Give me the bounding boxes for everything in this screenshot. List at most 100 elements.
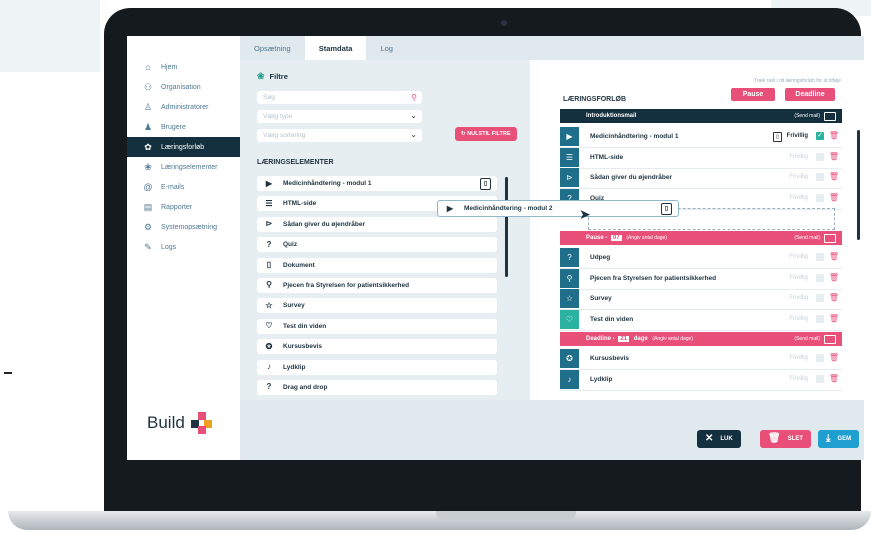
sort-select[interactable]: Vælg sortering ⌄: [257, 129, 422, 142]
trash-icon[interactable]: 🗑: [829, 252, 839, 261]
element-list-item[interactable]: ▯ Dokument: [257, 257, 497, 273]
element-list-item[interactable]: ⊳ Sådan giver du øjendråber: [257, 216, 497, 232]
element-list-item[interactable]: ? Drag and drop: [257, 379, 497, 395]
course-row[interactable]: ♡ Test din viden Frivillig 🗑: [560, 309, 842, 331]
sidebar-item-brugere[interactable]: ♟ Brugere: [127, 117, 240, 137]
trash-icon[interactable]: 🗑: [829, 193, 839, 202]
mail-icon[interactable]: [824, 112, 836, 121]
trash-icon[interactable]: 🗑: [829, 293, 839, 302]
mail-icon[interactable]: [824, 335, 836, 344]
optional-checkbox[interactable]: [816, 253, 824, 261]
settings-icon: ⚙: [143, 221, 153, 232]
pause-button[interactable]: Pause: [731, 88, 775, 101]
course-row-label: Lydklip: [590, 375, 613, 383]
element-list-item[interactable]: ▶ Medicinhåndtering - modul 1 ▯: [257, 176, 497, 191]
dragged-element[interactable]: ▶ Medicinhåndtering - modul 2 ▯: [437, 200, 679, 217]
course-row-label: Kursusbevis: [590, 355, 630, 362]
org-icon: ⚇: [143, 81, 153, 92]
pause-days-input[interactable]: 07: [611, 235, 622, 241]
course-scrollbar[interactable]: [857, 130, 860, 240]
document-icon: ▯: [266, 260, 272, 270]
close-label: LUK: [720, 436, 733, 442]
sidebar-item-logs[interactable]: ✎ Logs: [127, 237, 240, 257]
course-row[interactable]: ☰ HTML-side Frivillig 🗑: [560, 147, 842, 169]
certificate-icon: ✪: [265, 341, 273, 351]
background-panel: [0, 0, 100, 72]
sidebar-item-administratorer[interactable]: ♙ Administratorer: [127, 97, 240, 117]
sidebar-item-organisation[interactable]: ⚇ Organisation: [127, 77, 240, 97]
mail-icon[interactable]: [824, 234, 836, 243]
element-label: Drag and drop: [283, 383, 328, 391]
logs-icon: ✎: [144, 241, 152, 252]
course-row-label: Survey: [590, 295, 612, 302]
trash-icon[interactable]: 🗑: [829, 273, 839, 282]
course-row[interactable]: ☆ Survey Frivillig 🗑: [560, 289, 842, 310]
trash-icon[interactable]: 🗑: [829, 131, 839, 140]
app-screen: ⌂ Hjem ⚇ Organisation ♙ Administratorer ♟ Bruge…: [127, 36, 864, 460]
users-icon: ♟: [143, 121, 153, 132]
optional-checkbox[interactable]: [816, 173, 824, 181]
tab-log[interactable]: Log: [366, 36, 407, 60]
optional-checkbox[interactable]: [816, 374, 824, 383]
course-row[interactable]: ⚲ Pjecen fra Styrelsen for patientsikkerh…: [560, 268, 842, 290]
sidebar-item-label: Administratorer: [161, 103, 209, 111]
optional-checkbox[interactable]: [816, 273, 824, 282]
course-row-label: Test din viden: [590, 315, 634, 323]
optional-label: Frivillig: [789, 254, 808, 260]
deadline-section-bar[interactable]: Deadline - 21 dage (Angiv antal dage) (S…: [560, 332, 842, 346]
deadline-button[interactable]: Deadline: [785, 88, 835, 101]
close-icon: ✕: [705, 433, 714, 444]
course-row-label: Medicinhåndtering - modul 1: [590, 133, 679, 140]
tab-opsaetning[interactable]: Opsætning: [240, 36, 305, 60]
optional-checkbox[interactable]: [816, 193, 824, 202]
trash-icon[interactable]: 🗑: [829, 314, 839, 323]
optional-checkbox[interactable]: [816, 294, 824, 302]
element-list-item[interactable]: ? Quiz: [257, 237, 497, 253]
sort-placeholder: Vælg sortering: [263, 132, 306, 139]
trash-icon[interactable]: 🗑: [829, 353, 839, 362]
reset-filters-button[interactable]: ↻ NULSTIL FILTRE: [455, 127, 517, 141]
course-row[interactable]: ? Udpeg Frivillig 🗑: [560, 248, 842, 269]
download-icon: ⤓: [826, 433, 831, 444]
trash-icon[interactable]: 🗑: [829, 152, 839, 161]
deadline-days-input[interactable]: 21: [618, 336, 630, 342]
sidebar-item-e-mails[interactable]: @ E-mails: [127, 177, 240, 197]
course-title: LÆRINGSFORLØB: [563, 96, 626, 103]
element-list-item[interactable]: ✪ Kursusbevis: [257, 339, 497, 355]
save-button[interactable]: ⤓ GEM: [818, 430, 860, 448]
tab-stamdata[interactable]: Stamdata: [304, 36, 367, 60]
element-list-item[interactable]: ⚲ Pjecen fra Styrelsen for patientsikkerh…: [257, 277, 497, 293]
course-row[interactable]: ⊳ Sådan giver du øjendråber Frivillig 🗑: [560, 168, 842, 189]
delete-button[interactable]: 🗑 SLET: [760, 430, 812, 448]
course-row[interactable]: ✪ Kursusbevis Frivillig 🗑: [560, 349, 842, 370]
sidebar-item-l-ringsforl-b[interactable]: ✿ Læringsforløb: [127, 137, 240, 157]
type-select[interactable]: Vælg type ⌄: [257, 110, 422, 123]
element-list-item[interactable]: ☆ Survey: [257, 298, 497, 314]
sidebar-item-rapporter[interactable]: ▤ Rapporter: [127, 197, 240, 217]
element-label: Medicinhåndtering - modul 1: [283, 180, 372, 187]
sidebar-item-l-ringselementer[interactable]: ❀ Læringselementer: [127, 157, 240, 177]
sidebar-item-label: Rapporter: [161, 203, 193, 211]
sidebar-item-hjem[interactable]: ⌂ Hjem: [127, 57, 240, 77]
document-badge-icon: ▯: [661, 203, 672, 215]
optional-checkbox[interactable]: ✓: [816, 132, 824, 140]
close-button[interactable]: ✕ LUK: [697, 430, 741, 448]
html-icon: ☰: [265, 198, 273, 208]
course-row[interactable]: ♪ Lydklip Frivillig 🗑: [560, 369, 842, 391]
elements-scrollbar[interactable]: [505, 177, 508, 277]
optional-checkbox[interactable]: [816, 152, 824, 161]
optional-checkbox[interactable]: [816, 314, 824, 323]
intro-mail-bar[interactable]: Introduktionsmail (Send mail): [560, 109, 842, 123]
element-list-item[interactable]: ♡ Test din viden: [257, 318, 497, 334]
element-list-item[interactable]: ♪ Lydklip: [257, 359, 497, 375]
row-type-icon: ☰: [560, 147, 579, 167]
pause-section-bar[interactable]: Pause - 07 (Angiv antal dage) (Send mail…: [560, 231, 842, 245]
optional-checkbox[interactable]: [816, 354, 824, 362]
trash-icon[interactable]: 🗑: [829, 172, 839, 181]
search-input[interactable]: Søg ⚲: [257, 91, 422, 104]
sidebar-item-label: Læringselementer: [161, 163, 218, 171]
search-icon[interactable]: ⚲: [411, 91, 417, 104]
course-row[interactable]: ▶ Medicinhåndtering - modul 1 Frivillig ✓ 🗑 ▯: [560, 127, 842, 148]
trash-icon[interactable]: 🗑: [829, 374, 839, 383]
sidebar-item-systemops-tning[interactable]: ⚙ Systemopsætning: [127, 217, 240, 237]
